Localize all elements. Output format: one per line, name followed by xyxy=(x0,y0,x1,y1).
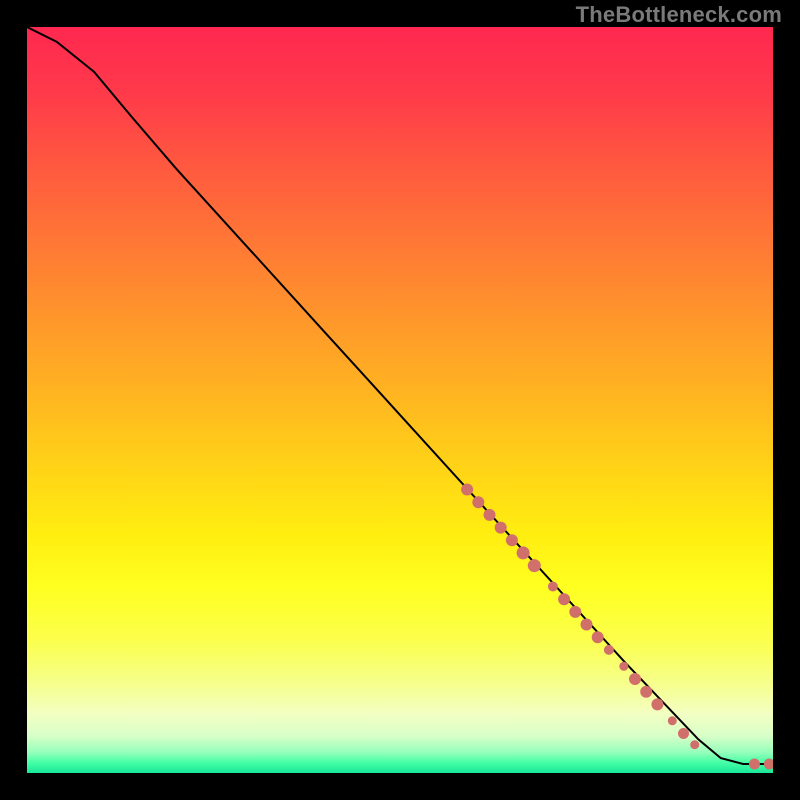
data-point xyxy=(581,619,593,631)
data-point xyxy=(668,716,677,725)
chart-stage: TheBottleneck.com xyxy=(0,0,800,800)
data-point xyxy=(604,645,614,655)
data-point xyxy=(629,673,641,685)
data-point xyxy=(495,522,507,534)
data-point xyxy=(651,698,663,710)
plot-area xyxy=(27,27,773,773)
data-point xyxy=(592,631,604,643)
data-point xyxy=(640,686,652,698)
chart-svg xyxy=(27,27,773,773)
data-point xyxy=(619,662,628,671)
data-point xyxy=(517,546,530,559)
data-point xyxy=(690,740,699,749)
background-rect xyxy=(27,27,773,773)
data-point xyxy=(569,606,581,618)
data-point xyxy=(548,582,558,592)
data-point xyxy=(749,759,760,770)
data-point xyxy=(506,534,518,546)
data-point xyxy=(528,559,541,572)
data-point xyxy=(484,509,496,521)
data-point xyxy=(472,496,484,508)
data-point xyxy=(461,484,473,496)
watermark-text: TheBottleneck.com xyxy=(576,2,782,28)
data-point xyxy=(678,728,689,739)
data-point xyxy=(558,593,570,605)
